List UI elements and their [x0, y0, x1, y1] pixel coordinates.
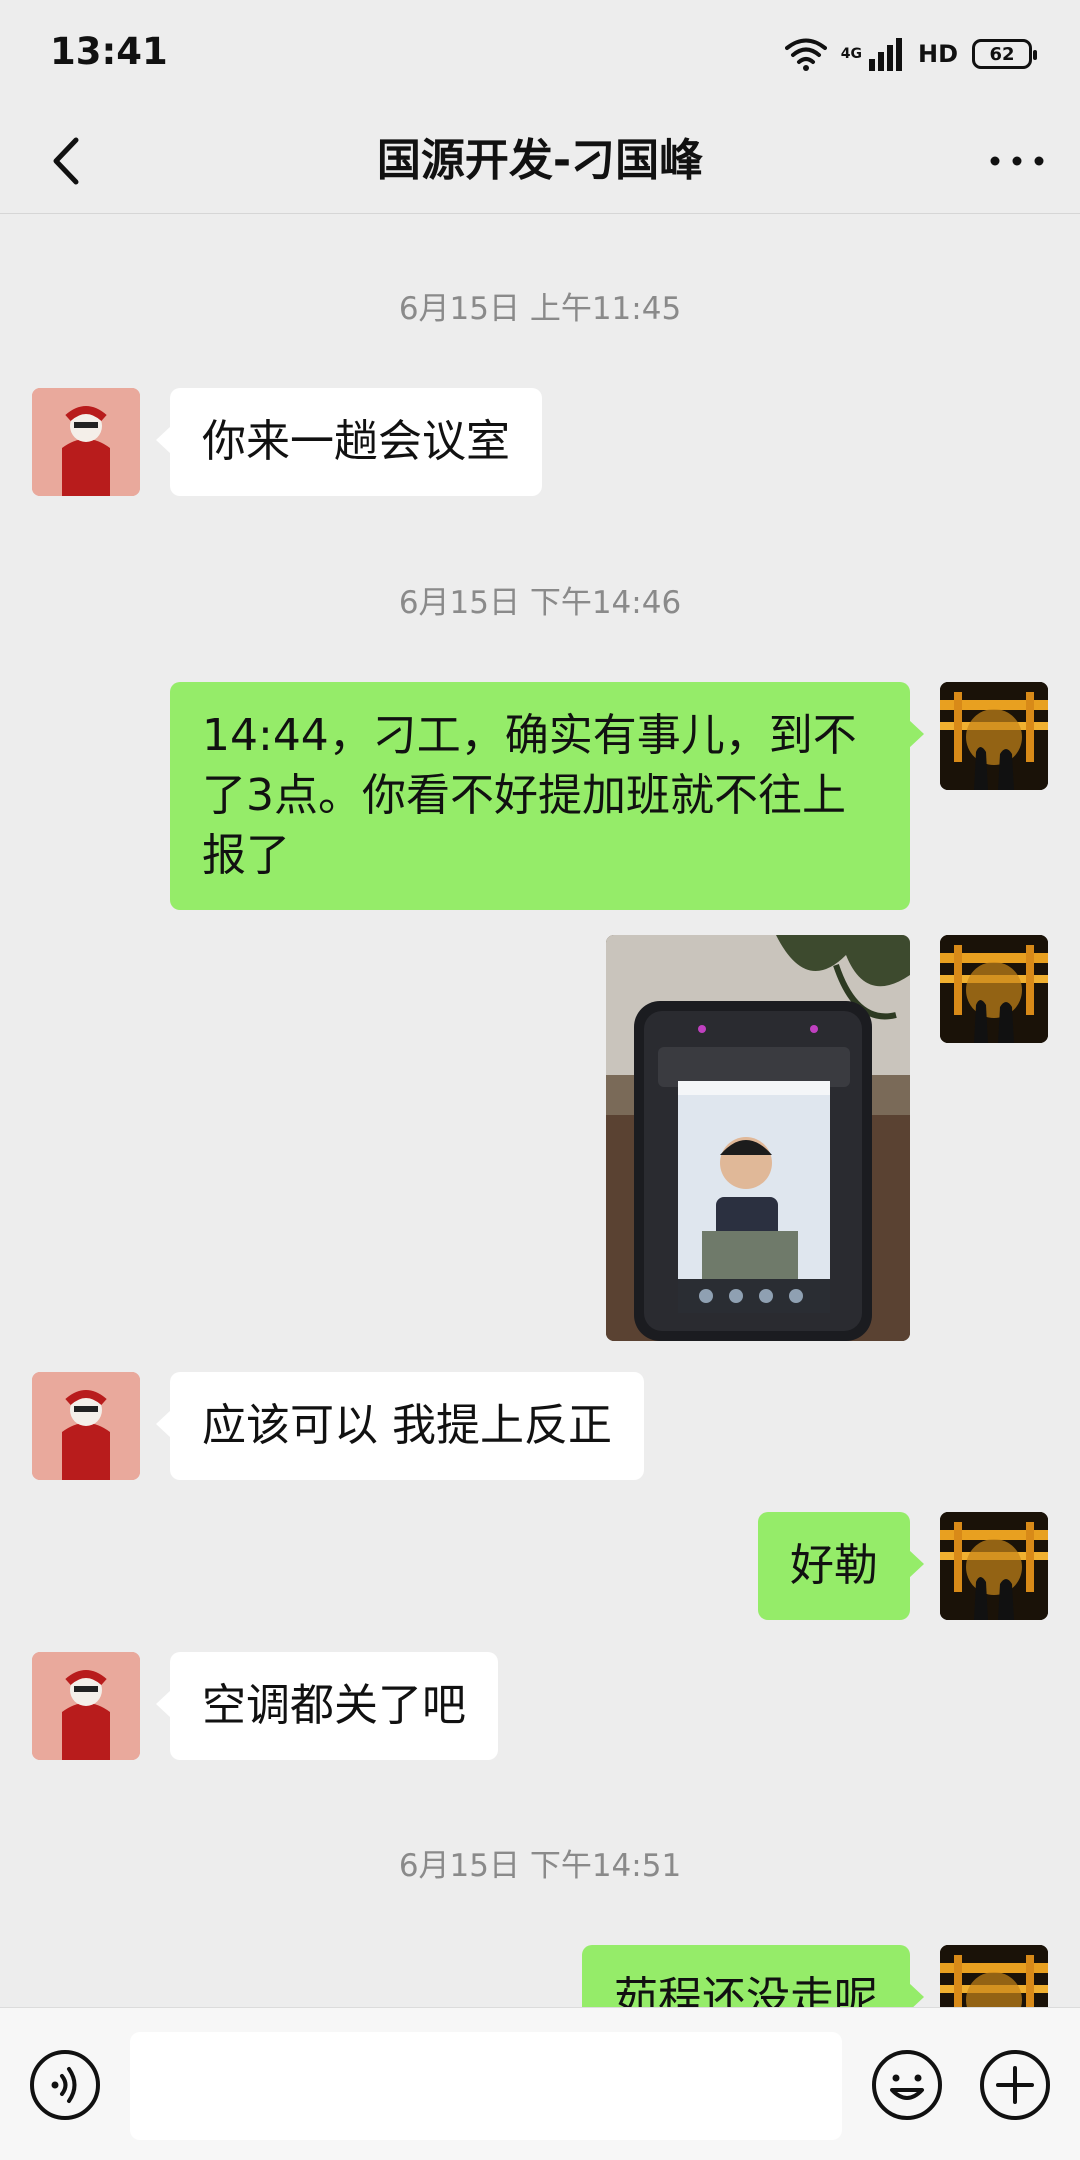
- photo-face-terminal: [606, 935, 910, 1341]
- network-type: 4G: [840, 46, 862, 62]
- self-avatar-image: [940, 1512, 1048, 1620]
- hd-icon: HD: [917, 40, 958, 68]
- nav-bar: 国源开发-刁国峰: [0, 108, 1080, 214]
- message-bubble-incoming[interactable]: 应该可以 我提上反正: [156, 1372, 644, 1480]
- chat-list[interactable]: 6月15日 上午11:45 你来一趟会议室 6月15日 下午14:46 14:4…: [0, 215, 1080, 2007]
- contact-avatar-image: [32, 388, 140, 496]
- status-bar: 13:41 4G HD 62: [0, 0, 1080, 108]
- self-avatar-image: [940, 682, 1048, 790]
- timestamp: 6月15日 下午14:46: [398, 585, 682, 621]
- self-avatar-image: [940, 1945, 1048, 2007]
- message-image[interactable]: [606, 935, 910, 1341]
- plus-icon[interactable]: [978, 2048, 1052, 2122]
- more-icon[interactable]: [984, 128, 1050, 194]
- message-bubble-incoming[interactable]: 你来一趟会议室: [156, 388, 542, 496]
- battery-icon: 62: [972, 39, 1037, 69]
- self-avatar-image: [940, 935, 1048, 1043]
- avatar-self[interactable]: [940, 1945, 1048, 2007]
- emoji-icon[interactable]: [870, 2048, 944, 2122]
- message-bubble-outgoing[interactable]: 好勒: [758, 1512, 924, 1620]
- input-bar: [0, 2007, 1080, 2160]
- status-icons: 4G HD 62: [784, 34, 1037, 74]
- avatar-contact[interactable]: [32, 1652, 140, 1760]
- battery-level: 62: [989, 43, 1015, 65]
- contact-avatar-image: [32, 1652, 140, 1760]
- message-input[interactable]: [130, 2032, 842, 2140]
- message-bubble-incoming[interactable]: 空调都关了吧: [156, 1652, 498, 1760]
- voice-icon[interactable]: [28, 2048, 102, 2122]
- avatar-self[interactable]: [940, 1512, 1048, 1620]
- signal-icon: [868, 38, 902, 71]
- avatar-contact[interactable]: [32, 1372, 140, 1480]
- avatar-self[interactable]: [940, 682, 1048, 790]
- contact-avatar-image: [32, 1372, 140, 1480]
- timestamp: 6月15日 下午14:51: [398, 1848, 682, 1884]
- message-bubble-outgoing[interactable]: 14:44，刁工，确实有事儿，到不了3点。你看不好提加班就不往上报了: [170, 682, 924, 910]
- status-time: 13:41: [50, 30, 168, 73]
- avatar-self[interactable]: [940, 935, 1048, 1043]
- chat-title: 国源开发-刁国峰: [376, 135, 704, 186]
- message-bubble-outgoing[interactable]: 茹程还没走呢: [582, 1945, 924, 2007]
- avatar-contact[interactable]: [32, 388, 140, 496]
- wifi-icon: [784, 38, 827, 71]
- timestamp: 6月15日 上午11:45: [398, 291, 682, 327]
